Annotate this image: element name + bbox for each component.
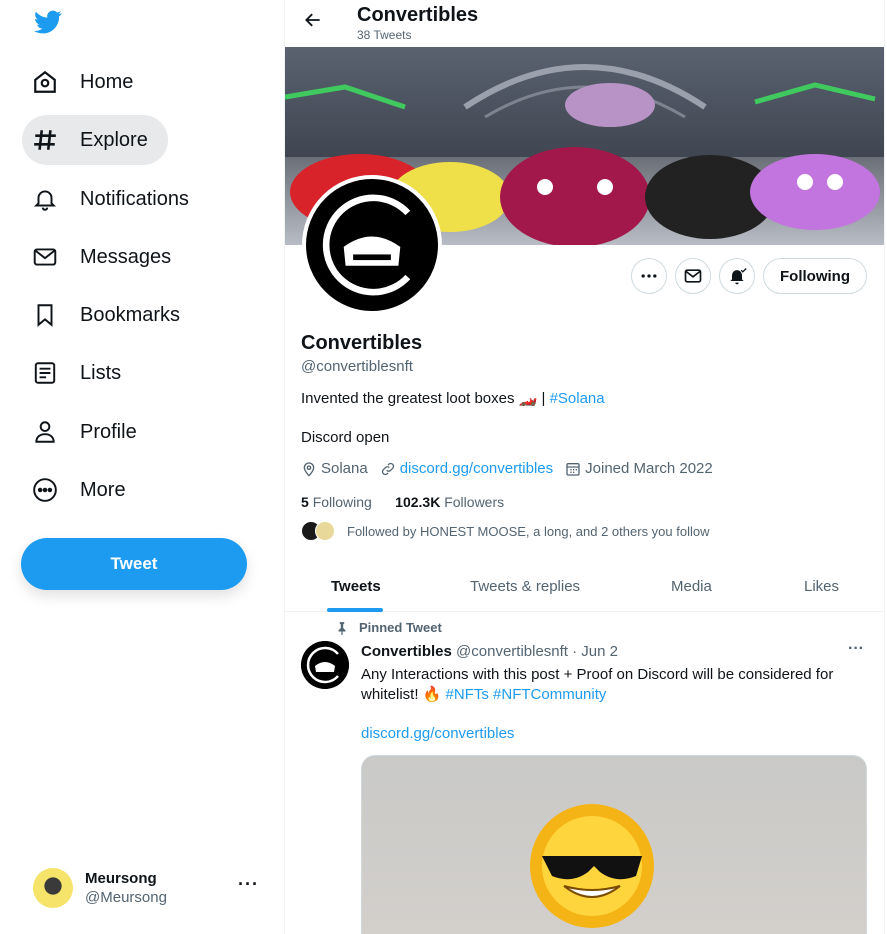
- tweet-author[interactable]: Convertibles: [361, 643, 452, 660]
- active-tab-indicator: [327, 608, 383, 612]
- location-text: Solana: [321, 460, 368, 477]
- back-arrow-icon[interactable]: [303, 10, 323, 30]
- nav-explore-label: Explore: [80, 128, 148, 151]
- bookmark-icon: [32, 302, 58, 328]
- profile-avatar[interactable]: [302, 175, 442, 315]
- nav-bookmarks-label: Bookmarks: [80, 303, 181, 326]
- tweet-text: Any Interactions with this post + Proof …: [361, 666, 834, 703]
- location-pin-icon: [303, 461, 315, 477]
- nav-lists[interactable]: Lists: [22, 348, 141, 398]
- nav-notifications-label: Notifications: [80, 187, 189, 210]
- profile-meta: Solana discord.gg/convertibles Joined Ma…: [301, 460, 725, 477]
- nav-home[interactable]: Home: [22, 57, 153, 107]
- followers-count-link[interactable]: 102.3K Followers: [395, 494, 504, 510]
- hashtag-icon: [32, 127, 58, 153]
- avatar: [315, 521, 335, 541]
- account-more-icon[interactable]: ···: [238, 874, 259, 895]
- nav-lists-label: Lists: [80, 361, 122, 384]
- tweet-more-icon[interactable]: ···: [848, 640, 864, 658]
- joined-text: Joined March 2022: [585, 460, 713, 477]
- following-button[interactable]: Following: [763, 258, 867, 294]
- followed-by-text: Followed by HONEST MOOSE, a long, and 2 …: [347, 523, 710, 539]
- nav-more-label: More: [80, 478, 126, 501]
- nav-messages-label: Messages: [80, 245, 172, 268]
- account-handle: @Meursong: [85, 889, 167, 906]
- account-display-name: Meursong: [85, 870, 157, 887]
- envelope-icon: [684, 269, 702, 283]
- nav-profile[interactable]: Profile: [22, 407, 157, 457]
- tweet-meta: @convertiblesnft · Jun 2: [456, 643, 618, 660]
- website: discord.gg/convertibles: [380, 460, 553, 477]
- bell-icon: [32, 186, 58, 212]
- link-icon: [381, 462, 394, 475]
- profile-more-button[interactable]: [631, 258, 667, 294]
- more-circle-icon: [32, 477, 58, 503]
- tab-likes[interactable]: Likes: [804, 560, 839, 612]
- nav-explore[interactable]: Explore: [22, 115, 168, 165]
- pin-icon: [338, 621, 346, 635]
- tweet-header: Convertibles @convertiblesnft · Jun 2: [361, 643, 618, 660]
- tweet-count: 38 Tweets: [357, 28, 412, 42]
- account-switcher[interactable]: Meursong @Meursong ···: [33, 866, 273, 910]
- tweet-link[interactable]: discord.gg/convertibles: [361, 725, 514, 742]
- tweet-hashtags[interactable]: #NFTs #NFTCommunity: [446, 686, 607, 703]
- profile-handle: @convertiblesnft: [301, 358, 413, 375]
- profile-header: Convertibles 38 Tweets: [285, 0, 884, 47]
- notifications-on-button[interactable]: [719, 258, 755, 294]
- twitter-logo-icon[interactable]: [32, 8, 64, 36]
- tab-tweets-and-replies[interactable]: Tweets & replies: [470, 560, 580, 612]
- profile-bio: Invented the greatest loot boxes 🏎️ | #S…: [301, 389, 605, 407]
- nav-more[interactable]: More: [22, 465, 146, 515]
- tab-tweets[interactable]: Tweets: [331, 560, 381, 612]
- bio-text: Invented the greatest loot boxes 🏎️ |: [301, 390, 550, 407]
- profile-name: Convertibles: [301, 332, 423, 354]
- tweet-media-image[interactable]: [361, 755, 867, 934]
- profile-column: Convertibles 38 Tweets Following Convert…: [285, 0, 885, 934]
- profile-tabs: Tweets Tweets & replies Media Likes: [285, 560, 884, 612]
- calendar-icon: [566, 462, 580, 476]
- followed-by[interactable]: Followed by HONEST MOOSE, a long, and 2 …: [301, 521, 709, 541]
- pinned-label: Pinned Tweet: [335, 620, 442, 635]
- location: Solana: [301, 460, 368, 477]
- avatar: [33, 868, 73, 908]
- envelope-icon: [32, 244, 58, 270]
- list-icon: [32, 360, 58, 386]
- tab-media[interactable]: Media: [671, 560, 712, 612]
- message-button[interactable]: [675, 258, 711, 294]
- follow-counts: 5 Following 102.3K Followers: [301, 494, 504, 510]
- profile-bio-line2: Discord open: [301, 429, 390, 446]
- nav-profile-label: Profile: [80, 420, 137, 443]
- sidebar: Home Explore Notifications Messages Book…: [0, 0, 285, 934]
- nav-messages[interactable]: Messages: [22, 232, 191, 282]
- tweet-button[interactable]: Tweet: [21, 538, 247, 590]
- joined-date: Joined March 2022: [565, 460, 713, 477]
- bell-check-icon: [730, 268, 747, 285]
- more-icon: [641, 274, 657, 278]
- nav-home-label: Home: [80, 70, 134, 93]
- home-icon: [32, 69, 58, 95]
- nav-notifications[interactable]: Notifications: [22, 174, 209, 224]
- bio-hashtag-link[interactable]: #Solana: [550, 390, 605, 407]
- tweet-avatar[interactable]: [301, 641, 349, 689]
- person-icon: [32, 419, 58, 445]
- following-count-link[interactable]: 5 Following: [301, 494, 372, 510]
- sun-with-sunglasses-image: [530, 804, 654, 928]
- nav-bookmarks[interactable]: Bookmarks: [22, 290, 200, 340]
- page-title: Convertibles: [357, 4, 479, 26]
- website-link[interactable]: discord.gg/convertibles: [400, 460, 553, 477]
